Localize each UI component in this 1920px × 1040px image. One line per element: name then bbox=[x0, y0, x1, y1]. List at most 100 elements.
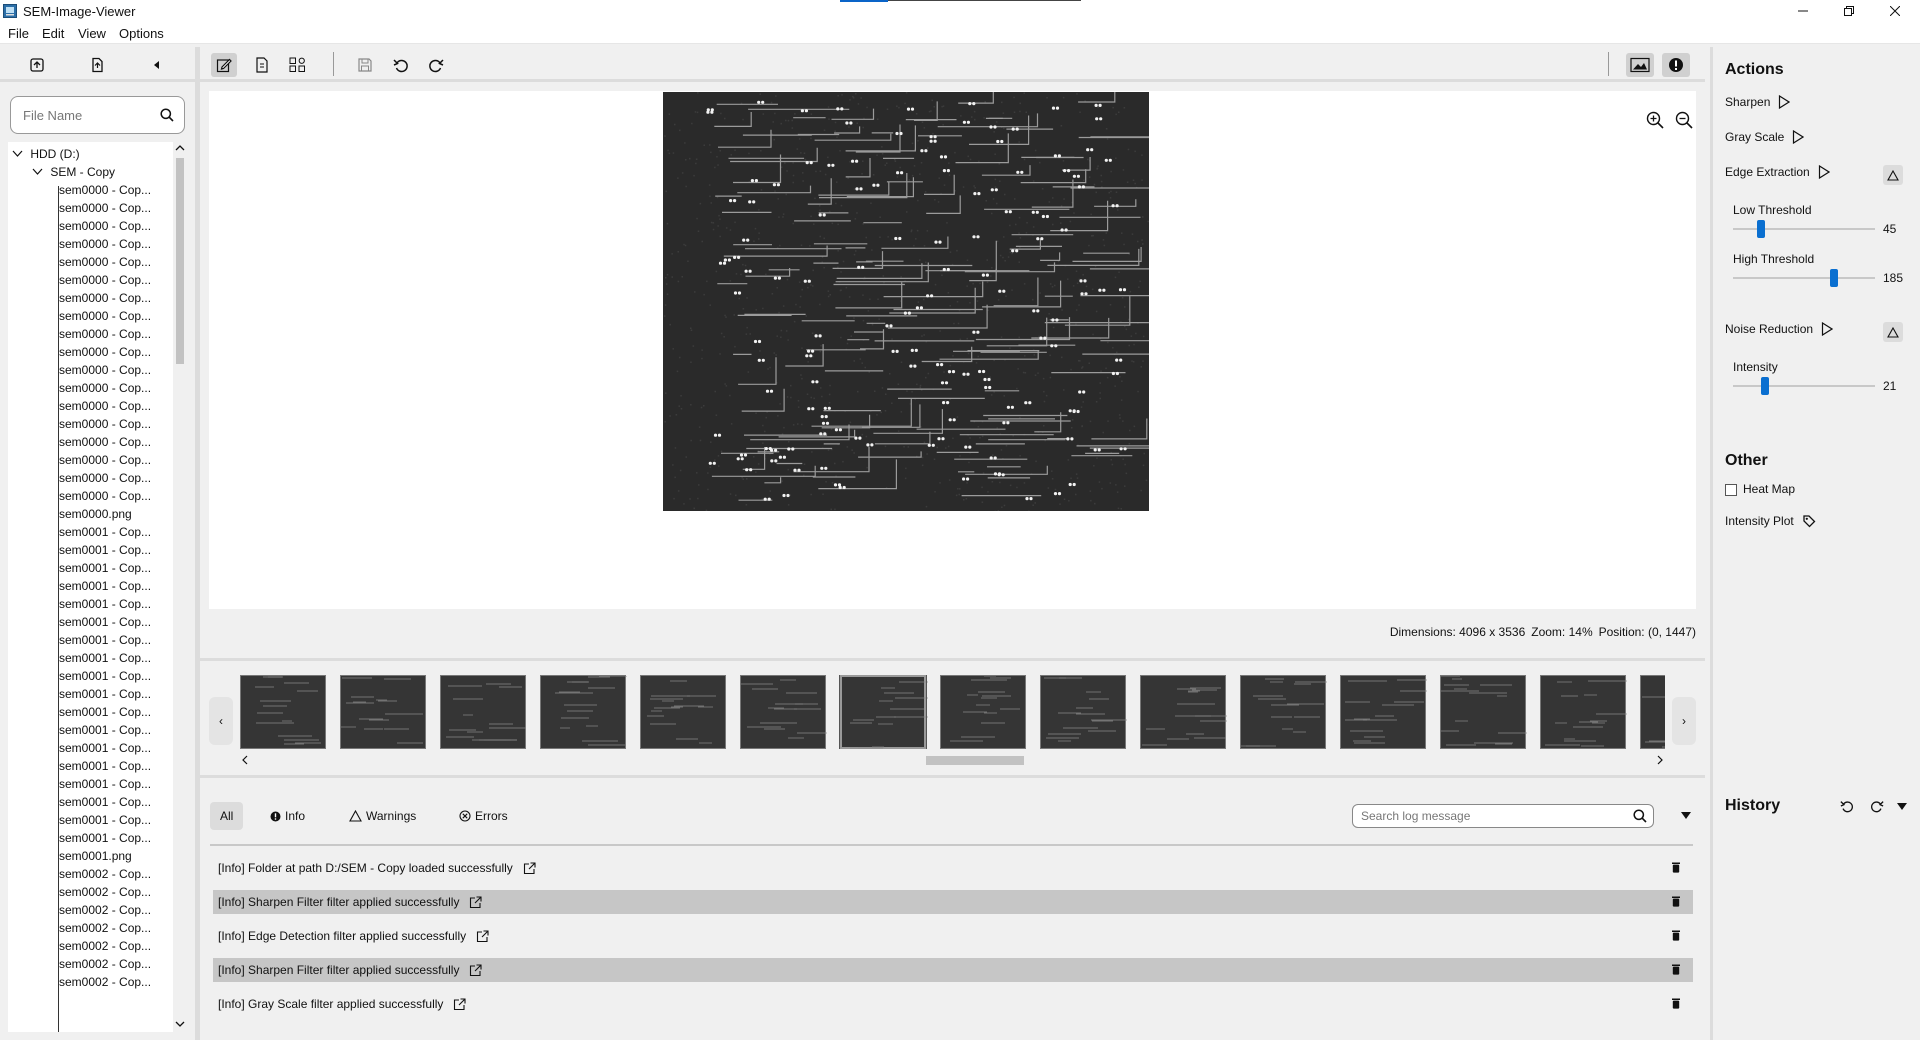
play-icon[interactable] bbox=[1818, 165, 1830, 179]
log-entry[interactable]: [Info] Sharpen Filter filter applied suc… bbox=[213, 890, 1693, 914]
open-external-icon[interactable] bbox=[469, 895, 483, 909]
filmstrip-prev-button[interactable]: ‹ bbox=[209, 697, 233, 745]
collapse-panel-icon[interactable] bbox=[144, 53, 170, 77]
compare-image-icon[interactable] bbox=[1626, 53, 1654, 77]
menu-options[interactable]: Options bbox=[119, 26, 164, 41]
open-external-icon[interactable] bbox=[476, 929, 489, 943]
log-search-input[interactable] bbox=[1361, 809, 1621, 823]
redo-icon[interactable] bbox=[423, 53, 449, 77]
edge-extraction-action[interactable]: Edge Extraction bbox=[1725, 165, 1830, 179]
tree-file-item[interactable]: sem0001 - Cop... bbox=[59, 811, 151, 829]
history-dropdown-icon[interactable] bbox=[1896, 801, 1908, 811]
log-tab-errors[interactable]: Errors bbox=[449, 802, 518, 830]
tree-file-item[interactable]: sem0001 - Cop... bbox=[59, 739, 151, 757]
history-redo-icon[interactable] bbox=[1870, 799, 1884, 813]
tree-file-item[interactable]: sem0001 - Cop... bbox=[59, 685, 151, 703]
gray-scale-action[interactable]: Gray Scale bbox=[1725, 130, 1805, 144]
noise-reduction-collapse-button[interactable] bbox=[1883, 322, 1903, 342]
tree-file-item[interactable]: sem0001 - Cop... bbox=[59, 631, 151, 649]
log-tab-info[interactable]: Info bbox=[260, 802, 315, 830]
tree-file-item[interactable]: sem0001 - Cop... bbox=[59, 613, 151, 631]
tree-file-item[interactable]: sem0000 - Cop... bbox=[59, 289, 151, 307]
tree-file-item[interactable]: sem0000 - Cop... bbox=[59, 307, 151, 325]
tree-file-item[interactable]: sem0000 - Cop... bbox=[59, 271, 151, 289]
tree-file-item[interactable]: sem0000 - Cop... bbox=[59, 433, 151, 451]
scroll-up-icon[interactable] bbox=[173, 142, 187, 154]
tree-file-item[interactable]: sem0000 - Cop... bbox=[59, 451, 151, 469]
image-thumbnail[interactable] bbox=[1140, 675, 1227, 749]
intensity-slider[interactable] bbox=[1733, 385, 1875, 387]
image-thumbnail[interactable] bbox=[839, 675, 928, 749]
edge-extraction-collapse-button[interactable] bbox=[1883, 165, 1903, 185]
log-entry[interactable]: [Info] Gray Scale filter applied success… bbox=[213, 992, 1693, 1016]
zoom-out-icon[interactable] bbox=[1675, 111, 1693, 129]
tree-file-item[interactable]: sem0000 - Cop... bbox=[59, 361, 151, 379]
minimize-button[interactable] bbox=[1780, 0, 1826, 22]
tree-root-drive[interactable]: HDD (D:) bbox=[12, 145, 80, 163]
intensity-slider-thumb[interactable] bbox=[1761, 377, 1769, 395]
close-button[interactable] bbox=[1872, 0, 1918, 22]
image-thumbnail[interactable] bbox=[1640, 675, 1665, 749]
tree-file-item[interactable]: sem0001 - Cop... bbox=[59, 577, 151, 595]
filmstrip-next-button[interactable]: › bbox=[1672, 697, 1696, 745]
scrollbar-thumb[interactable] bbox=[176, 158, 184, 364]
filmstrip-scrollbar[interactable] bbox=[240, 753, 1665, 767]
tree-file-item[interactable]: sem0000 - Cop... bbox=[59, 325, 151, 343]
open-external-icon[interactable] bbox=[453, 997, 466, 1011]
log-tab-warnings[interactable]: Warnings bbox=[339, 802, 426, 830]
image-thumbnail[interactable] bbox=[240, 675, 326, 749]
delete-icon[interactable] bbox=[1671, 964, 1681, 975]
intensity-plot-action[interactable]: Intensity Plot bbox=[1725, 514, 1816, 528]
open-folder-button[interactable] bbox=[24, 53, 50, 77]
sem-image[interactable] bbox=[663, 92, 1149, 511]
search-icon[interactable] bbox=[160, 108, 174, 122]
high-threshold-slider-thumb[interactable] bbox=[1830, 269, 1838, 287]
menu-file[interactable]: File bbox=[8, 26, 29, 41]
tree-file-item[interactable]: sem0001 - Cop... bbox=[59, 793, 151, 811]
undo-icon[interactable] bbox=[388, 53, 414, 77]
image-thumbnail[interactable] bbox=[740, 675, 827, 749]
history-undo-icon[interactable] bbox=[1840, 799, 1854, 813]
info-toggle-icon[interactable] bbox=[1662, 53, 1690, 77]
log-entry[interactable]: [Info] Folder at path D:/SEM - Copy load… bbox=[213, 856, 1693, 880]
tree-file-item[interactable]: sem0000 - Cop... bbox=[59, 469, 151, 487]
tree-file-item[interactable]: sem0000 - Cop... bbox=[59, 379, 151, 397]
sharpen-action[interactable]: Sharpen bbox=[1725, 95, 1791, 109]
save-icon[interactable] bbox=[352, 53, 378, 77]
delete-icon[interactable] bbox=[1671, 896, 1681, 907]
noise-reduction-action[interactable]: Noise Reduction bbox=[1725, 322, 1834, 336]
low-threshold-slider-thumb[interactable] bbox=[1757, 220, 1765, 238]
play-icon[interactable] bbox=[1778, 95, 1791, 109]
tree-file-item[interactable]: sem0000.png bbox=[59, 505, 132, 523]
tree-file-item[interactable]: sem0002 - Cop... bbox=[59, 955, 151, 973]
search-icon[interactable] bbox=[1633, 809, 1647, 823]
tree-file-item[interactable]: sem0001 - Cop... bbox=[59, 829, 151, 847]
tree-file-item[interactable]: sem0001 - Cop... bbox=[59, 541, 151, 559]
tree-file-item[interactable]: sem0000 - Cop... bbox=[59, 217, 151, 235]
delete-icon[interactable] bbox=[1671, 862, 1681, 873]
scroll-down-icon[interactable] bbox=[173, 1018, 187, 1030]
tree-file-item[interactable]: sem0001 - Cop... bbox=[59, 667, 151, 685]
log-entry[interactable]: [Info] Sharpen Filter filter applied suc… bbox=[213, 958, 1693, 982]
low-threshold-slider[interactable] bbox=[1733, 228, 1875, 230]
play-icon[interactable] bbox=[1792, 130, 1805, 144]
tree-file-item[interactable]: sem0000 - Cop... bbox=[59, 253, 151, 271]
tree-file-item[interactable]: sem0002 - Cop... bbox=[59, 919, 151, 937]
tree-file-item[interactable]: sem0001 - Cop... bbox=[59, 703, 151, 721]
tree-file-item[interactable]: sem0002 - Cop... bbox=[59, 937, 151, 955]
tree-file-item[interactable]: sem0002 - Cop... bbox=[59, 865, 151, 883]
plot-tag-icon[interactable] bbox=[1802, 514, 1816, 528]
heat-map-row[interactable]: Heat Map bbox=[1743, 482, 1795, 496]
image-thumbnail[interactable] bbox=[540, 675, 627, 749]
tree-file-item[interactable]: sem0000 - Cop... bbox=[59, 343, 151, 361]
open-external-icon[interactable] bbox=[523, 861, 536, 875]
grid-view-icon[interactable] bbox=[285, 53, 311, 77]
restore-button[interactable] bbox=[1826, 0, 1872, 22]
tree-file-item[interactable]: sem0001 - Cop... bbox=[59, 775, 151, 793]
image-canvas[interactable] bbox=[209, 91, 1696, 609]
tree-file-item[interactable]: sem0000 - Cop... bbox=[59, 235, 151, 253]
log-entry[interactable]: [Info] Edge Detection filter applied suc… bbox=[213, 924, 1693, 948]
open-file-button[interactable] bbox=[84, 53, 110, 77]
image-thumbnail[interactable] bbox=[640, 675, 726, 749]
tree-file-item[interactable]: sem0001 - Cop... bbox=[59, 649, 151, 667]
